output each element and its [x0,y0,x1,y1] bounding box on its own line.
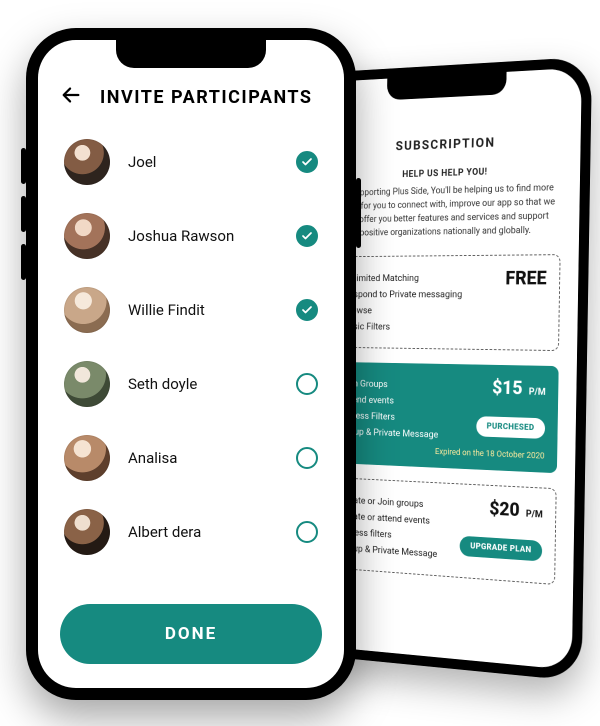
select-checkbox[interactable] [296,373,318,395]
avatar [64,287,110,333]
plan-per: P/M [529,387,546,398]
participant-name: Joshua Rawson [128,227,296,245]
plan-feature: Respond to Private messaging [344,288,547,300]
list-item[interactable]: Joshua Rawson [64,199,318,273]
purchased-pill[interactable]: PURCHESED [476,416,545,439]
plan-card-20[interactable]: $20 P/M UPGRADE PLAN Create or Join grou… [327,477,556,585]
plan-price: FREE [505,266,547,289]
avatar [64,509,110,555]
list-item[interactable]: Joel [64,125,318,199]
page-title: INVITE PARTICIPANTS [100,87,312,108]
participant-name: Analisa [128,449,296,467]
help-blurb: By supporting Plus Side, You'll be helpi… [333,181,562,241]
plan-card-15[interactable]: $15 P/M PURCHESED Join Groups Attend eve… [329,362,559,473]
back-arrow-icon[interactable] [60,84,82,111]
select-checkbox[interactable] [296,151,318,173]
plan-price: $15 [492,376,523,399]
select-checkbox[interactable] [296,447,318,469]
avatar [64,213,110,259]
participant-name: Seth doyle [128,375,296,393]
done-button[interactable]: DONE [60,604,322,664]
list-item[interactable]: Analisa [64,421,318,495]
participant-name: Willie Findit [128,301,296,319]
plan-price: $20 [489,497,520,521]
avatar [64,435,110,481]
avatar [64,139,110,185]
participant-name: Joel [128,153,296,171]
participant-name: Albert dera [128,523,296,541]
avatar [64,361,110,407]
participants-list: Joel Joshua Rawson Willie Findit Seth do… [38,119,344,594]
list-item[interactable]: Seth doyle [64,347,318,421]
phone-front-mockup: INVITE PARTICIPANTS Joel Joshua Rawson W… [26,28,356,700]
plan-expiry: Expired on the 18 October 2020 [341,444,545,462]
plan-feature: Browse [344,304,547,317]
select-checkbox[interactable] [296,521,318,543]
select-checkbox[interactable] [296,299,318,321]
plan-card-free[interactable]: FREE Unlimited Matching Respond to Priva… [331,254,561,351]
select-checkbox[interactable] [296,225,318,247]
plan-per: P/M [526,509,543,520]
page-title: SUBSCRIPTION [334,133,563,156]
list-item[interactable]: Albert dera [64,495,318,569]
plan-feature: Basic Filters [343,320,546,334]
help-heading: HELP US HELP YOU! [334,165,563,182]
device-notch [116,40,266,68]
list-item[interactable]: Willie Findit [64,273,318,347]
